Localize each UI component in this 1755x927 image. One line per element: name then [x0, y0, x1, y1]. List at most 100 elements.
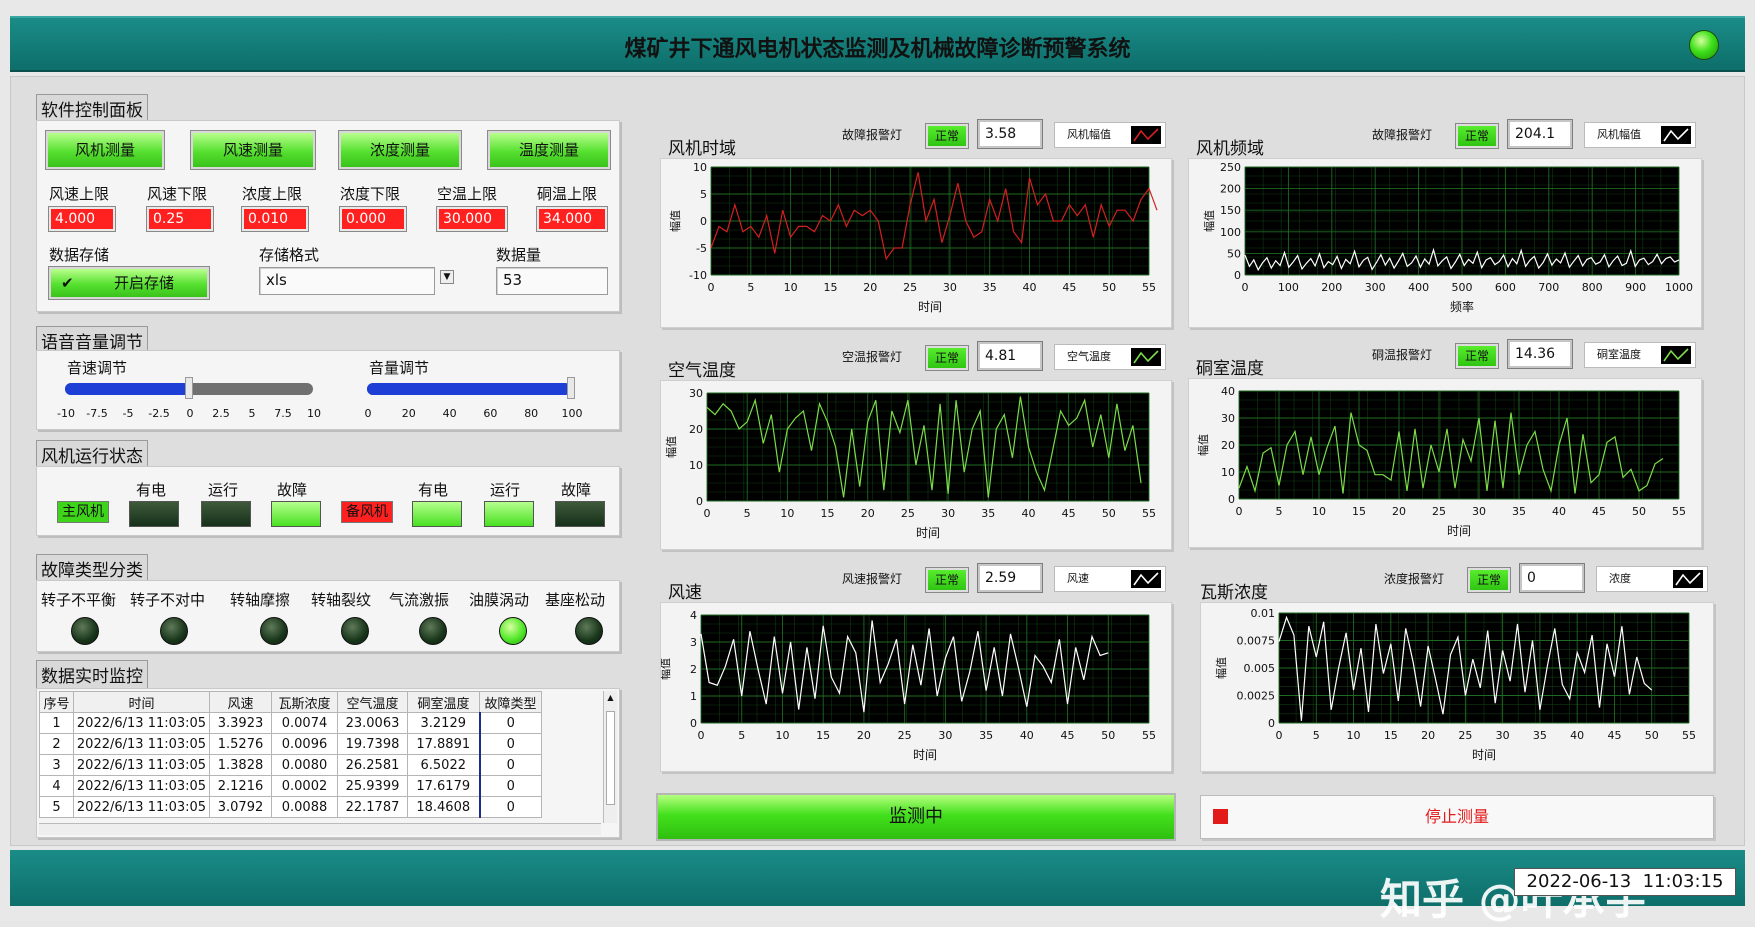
horizontal-scrollbar[interactable] — [39, 823, 601, 835]
count-label: 数据量 — [496, 246, 542, 264]
table-row[interactable]: 2 2022/6/13 11:03:05 1.5276 0.0096 19.7398 17… — [39, 733, 542, 755]
volume-slider-thumb[interactable] — [567, 377, 575, 399]
table-row[interactable]: 5 2022/6/13 11:03:05 3.0792 0.0088 22.1787 18… — [39, 796, 542, 818]
voice-panel: 音速调节 -10 -7.5 -5 -2.5 0 2.5 5 7.5 10 音量调节 0 20 40 6… — [36, 350, 620, 430]
start-storage-label: 开启存储 — [113, 274, 174, 292]
start-storage-button[interactable]: ✔ 开启存储 — [48, 266, 210, 300]
volume-label: 音量调节 — [369, 359, 430, 377]
temperature-measure-button[interactable]: 温度测量 — [487, 130, 611, 170]
monitor-table: 序号 时间 风速 瓦斯浓度 空气温度 硐室温度 故障类型 1 2022/6/13 11:03:… — [39, 691, 542, 818]
footer-bar: 知乎 @叶承宇 2022-06-13 11:03:15 — [10, 850, 1745, 924]
app-title: 煤矿井下通风电机状态监测及机械故障诊断预警系统 — [624, 37, 1131, 62]
wind-speed-upper-input[interactable]: 4.000 — [48, 206, 116, 232]
monitoring-status-button[interactable]: 监测中 — [656, 793, 1176, 841]
app-window: 煤矿井下通风电机状态监测及机械故障诊断预警系统 软件控制面板 风机测量 风速测量… — [0, 0, 1755, 924]
table-cell: 3.2129 — [407, 712, 480, 734]
table-header-cell: 风速 — [209, 691, 272, 713]
fault-label: 油膜涡动 — [469, 591, 530, 609]
slider-tick-label: 100 — [561, 407, 583, 420]
fault-label: 转轴摩擦 — [230, 591, 291, 609]
main-fan-tag: 主风机 — [57, 501, 109, 523]
scroll-up-icon[interactable]: ▲ — [606, 693, 615, 703]
fan-measure-button[interactable]: 风机测量 — [45, 130, 165, 170]
fault-led — [499, 617, 527, 645]
concentration-measure-button[interactable]: 浓度测量 — [338, 130, 462, 170]
table-cell: 19.7398 — [337, 733, 408, 755]
dropdown-arrow-icon[interactable]: ▼ — [440, 270, 454, 284]
fault-label: 气流激振 — [389, 591, 450, 609]
table-cell: 18.4608 — [407, 796, 480, 818]
table-cell: 0.0074 — [271, 712, 338, 734]
table-header-cell: 空气温度 — [337, 691, 408, 713]
fault-label: 转轴裂纹 — [311, 591, 372, 609]
fault-led — [419, 617, 447, 645]
table-row[interactable]: 3 2022/6/13 11:03:05 1.3828 0.0080 26.2581 6.… — [39, 754, 542, 776]
table-cell: 23.0063 — [337, 712, 408, 734]
fan-status-title: 风机运行状态 — [36, 440, 148, 469]
chamber-temp-upper-input[interactable]: 34.000 — [536, 206, 608, 232]
backup-fan-power-led — [412, 501, 462, 527]
table-cell: 2022/6/13 11:03:05 — [73, 754, 210, 776]
concentration-upper-input[interactable]: 0.010 — [241, 206, 309, 232]
volume-slider-fill — [367, 383, 571, 395]
table-cell: 1.3828 — [209, 754, 272, 776]
table-cell: 0.0002 — [271, 775, 338, 797]
speed-slider-scale: -10 -7.5 -5 -2.5 0 2.5 5 7.5 10 — [57, 407, 321, 423]
control-panel-title: 软件控制面板 — [36, 94, 148, 123]
status-label: 故障 — [277, 481, 308, 499]
fault-led — [71, 617, 99, 645]
limit-label: 浓度上限 — [242, 185, 303, 203]
vertical-scrollbar[interactable]: ▲ — [603, 691, 617, 823]
table-cell: 2 — [39, 733, 74, 755]
status-label: 运行 — [490, 481, 521, 499]
table-cell: 2022/6/13 11:03:05 — [73, 712, 210, 734]
wind-speed-lower-input[interactable]: 0.25 — [146, 206, 214, 232]
table-row[interactable]: 4 2022/6/13 11:03:05 2.1216 0.0002 25.9399 17… — [39, 775, 542, 797]
fault-led — [341, 617, 369, 645]
monitor-table-viewport: 序号 时间 风速 瓦斯浓度 空气温度 硐室温度 故障类型 1 2022/6/13 11:03:… — [39, 691, 601, 823]
fault-leds: 转子不平衡 转子不对中 转轴摩擦 转轴裂纹 气流激振 油膜涡动 基座松动 — [37, 581, 621, 653]
slider-tick-label: -10 — [57, 407, 75, 420]
slider-tick-label: 40 — [442, 407, 457, 420]
datetime-display: 2022-06-13 11:03:15 — [1514, 868, 1736, 896]
stop-measure-button[interactable]: 停止测量 — [1200, 795, 1714, 839]
speed-label: 音速调节 — [67, 359, 128, 377]
slider-tick-label: 10 — [307, 407, 321, 420]
table-cell: 17.6179 — [407, 775, 480, 797]
table-row[interactable]: 1 2022/6/13 11:03:05 3.3923 0.0074 23.0063 3.… — [39, 712, 542, 734]
slider-tick-label: 80 — [524, 407, 539, 420]
scroll-thumb[interactable] — [606, 711, 615, 805]
table-cell: 2022/6/13 11:03:05 — [73, 775, 210, 797]
limit-label: 硐温上限 — [537, 185, 598, 203]
main-fan-power-led — [129, 501, 179, 527]
check-icon: ✔ — [61, 274, 74, 292]
speed-slider-fill — [65, 383, 189, 395]
fault-types-panel: 转子不平衡 转子不对中 转轴摩擦 转轴裂纹 气流激振 油膜涡动 基座松动 — [36, 580, 620, 652]
monitor-panel: 序号 时间 风速 瓦斯浓度 空气温度 硐室温度 故障类型 1 2022/6/13 11:03:… — [36, 688, 620, 838]
table-cell: 26.2581 — [337, 754, 408, 776]
table-cell: 3.3923 — [209, 712, 272, 734]
title-bar: 煤矿井下通风电机状态监测及机械故障诊断预警系统 — [10, 16, 1745, 72]
table-header-row: 序号 时间 风速 瓦斯浓度 空气温度 硐室温度 故障类型 — [39, 691, 542, 713]
speed-slider-thumb[interactable] — [185, 377, 193, 399]
main-fan-run-led — [201, 501, 251, 527]
backup-fan-fault-led — [555, 501, 605, 527]
fault-led — [260, 617, 288, 645]
table-cell: 0.0080 — [271, 754, 338, 776]
status-label: 故障 — [561, 481, 592, 499]
table-cell: 0 — [478, 796, 542, 818]
format-select[interactable]: xls — [259, 267, 435, 295]
limit-label: 浓度下限 — [340, 185, 401, 203]
concentration-lower-input[interactable]: 0.000 — [339, 206, 407, 232]
status-label: 运行 — [208, 481, 239, 499]
status-label: 有电 — [136, 481, 167, 499]
table-cell: 3 — [39, 754, 74, 776]
table-header-cell: 硐室温度 — [407, 691, 480, 713]
limit-label: 风速上限 — [49, 185, 110, 203]
wind-speed-measure-button[interactable]: 风速测量 — [190, 130, 316, 170]
air-temp-upper-input[interactable]: 30.000 — [436, 206, 508, 232]
table-header-cell: 故障类型 — [479, 691, 542, 713]
table-cell: 4 — [39, 775, 74, 797]
fault-label: 转子不平衡 — [41, 591, 117, 609]
main-fan-fault-led — [271, 501, 321, 527]
